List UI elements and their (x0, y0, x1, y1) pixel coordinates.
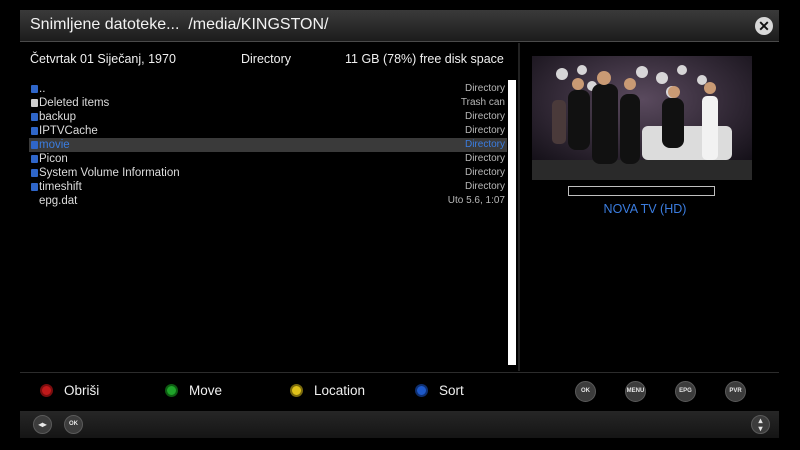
list-item[interactable]: backup Directory (29, 110, 507, 124)
item-kind: Directory (464, 125, 505, 136)
list-item[interactable]: IPTVCache Directory (29, 124, 507, 138)
red-button-label[interactable]: Obriši (64, 383, 99, 398)
item-name: backup (39, 111, 77, 123)
list-item[interactable]: Deleted items Trash can (29, 96, 507, 110)
item-name: Deleted items (39, 97, 110, 109)
item-kind: Trash can (460, 97, 505, 108)
panel-divider (518, 43, 520, 371)
list-item[interactable]: Picon Directory (29, 152, 507, 166)
title-bar: Snimljene datoteke... /media/KINGSTON/ ✕ (20, 10, 779, 42)
file-list: .. Directory Deleted items Trash can bac… (29, 80, 507, 370)
list-item[interactable]: timeshift Directory (29, 180, 507, 194)
item-kind: Directory (464, 181, 505, 192)
yellow-button-label[interactable]: Location (314, 383, 365, 398)
tv-preview-image (532, 56, 752, 180)
up-down-arrows-icon[interactable]: ▴ ▾ (751, 415, 770, 434)
item-type-label: Directory (241, 52, 292, 66)
folder-icon (31, 127, 38, 135)
item-name: movie (39, 139, 70, 151)
date-label: Četvrtak 01 Siječanj, 1970 (30, 52, 176, 66)
list-item[interactable]: System Volume Information Directory (29, 166, 507, 180)
folder-icon (31, 183, 38, 191)
blue-button-label[interactable]: Sort (439, 383, 464, 398)
item-name: Picon (39, 153, 68, 165)
bottom-bar: ◂▸ OK ▴ ▾ (20, 411, 779, 438)
ok-key-button[interactable]: OK (575, 381, 596, 402)
channel-name: NOVA TV (HD) (603, 202, 687, 216)
close-icon[interactable]: ✕ (755, 17, 773, 35)
program-progress-bar (568, 186, 715, 196)
red-button-icon[interactable] (40, 384, 53, 397)
scrollbar[interactable] (508, 80, 516, 365)
item-kind: Directory (464, 83, 505, 94)
item-name: .. (39, 83, 46, 95)
list-item[interactable]: epg.dat Uto 5.6, 1:07 (29, 194, 507, 208)
divider (20, 372, 779, 373)
folder-icon (31, 113, 38, 121)
window-title: Snimljene datoteke... /media/KINGSTON/ (30, 16, 329, 33)
menu-key-button[interactable]: MENU (625, 381, 646, 402)
item-kind: Directory (464, 153, 505, 164)
list-item-selected[interactable]: movie Directory (29, 138, 507, 152)
ok-small-button[interactable]: OK (64, 415, 83, 434)
item-kind: Directory (464, 167, 505, 178)
item-name: epg.dat (39, 195, 78, 207)
blue-button-icon[interactable] (415, 384, 428, 397)
item-name: System Volume Information (39, 167, 180, 179)
item-kind: Directory (464, 139, 505, 150)
folder-icon (31, 141, 38, 149)
epg-key-button[interactable]: EPG (675, 381, 696, 402)
yellow-button-icon[interactable] (290, 384, 303, 397)
tv-preview (532, 56, 752, 180)
free-space-label: 11 GB (78%) free disk space (345, 52, 504, 66)
item-kind: Uto 5.6, 1:07 (447, 195, 505, 206)
green-button-icon[interactable] (165, 384, 178, 397)
green-button-label[interactable]: Move (189, 383, 222, 398)
left-right-arrows-icon[interactable]: ◂▸ (33, 415, 52, 434)
trash-icon (31, 99, 38, 107)
folder-icon (31, 85, 38, 93)
folder-icon (31, 155, 38, 163)
folder-icon (31, 169, 38, 177)
item-kind: Directory (464, 111, 505, 122)
list-item[interactable]: .. Directory (29, 82, 507, 96)
item-name: IPTVCache (39, 125, 98, 137)
pvr-key-button[interactable]: PVR (725, 381, 746, 402)
item-name: timeshift (39, 181, 82, 193)
